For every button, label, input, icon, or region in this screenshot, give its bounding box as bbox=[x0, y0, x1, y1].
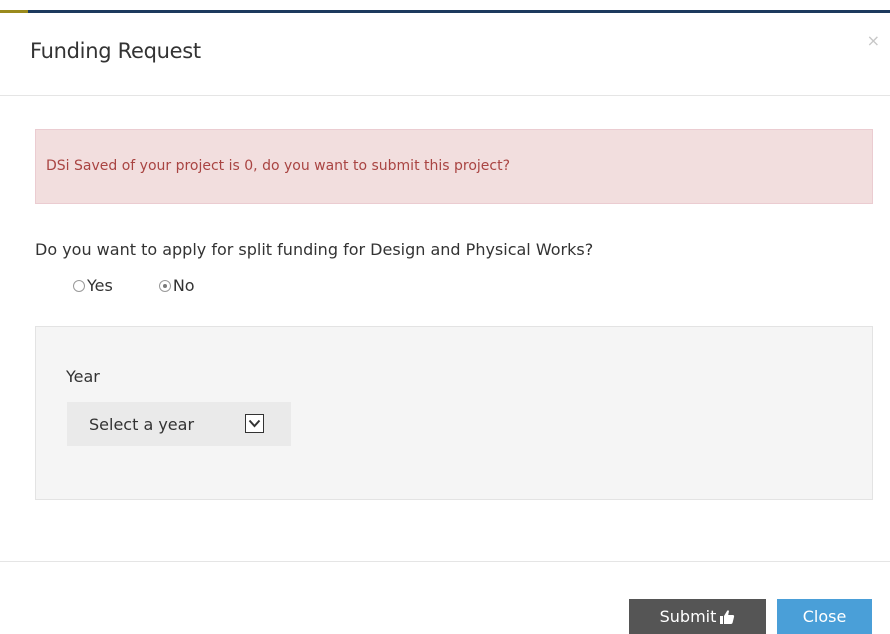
thumbs-up-icon bbox=[719, 609, 735, 625]
year-select-value: Select a year bbox=[89, 414, 195, 434]
radio-no[interactable] bbox=[158, 279, 171, 292]
submit-button-label: Submit bbox=[659, 607, 717, 626]
radio-option-yes[interactable]: Yes bbox=[73, 276, 113, 295]
close-button-label: Close bbox=[802, 607, 847, 626]
submit-button[interactable]: Submit bbox=[629, 599, 766, 634]
radio-yes[interactable] bbox=[73, 279, 85, 292]
radio-option-no[interactable]: No bbox=[158, 276, 195, 295]
footer-divider bbox=[0, 561, 890, 562]
year-label: Year bbox=[66, 367, 100, 386]
chevron-down-icon[interactable] bbox=[245, 414, 264, 433]
radio-no-label: No bbox=[172, 276, 195, 295]
year-select[interactable]: Select a year bbox=[67, 402, 291, 446]
close-button[interactable]: Close bbox=[777, 599, 872, 634]
close-icon[interactable]: × bbox=[867, 33, 880, 49]
modal-top-border bbox=[0, 0, 890, 13]
funding-request-modal: Funding Request × DSi Saved of your proj… bbox=[0, 0, 890, 634]
alert-message: DSi Saved of your project is 0, do you w… bbox=[35, 129, 873, 204]
split-funding-question: Do you want to apply for split funding f… bbox=[35, 240, 594, 259]
split-funding-radio-group: Yes No bbox=[73, 276, 195, 295]
year-panel: Year Select a year bbox=[35, 326, 873, 500]
modal-header: Funding Request × bbox=[0, 13, 890, 96]
radio-yes-label: Yes bbox=[87, 276, 113, 295]
modal-title: Funding Request bbox=[30, 39, 201, 63]
